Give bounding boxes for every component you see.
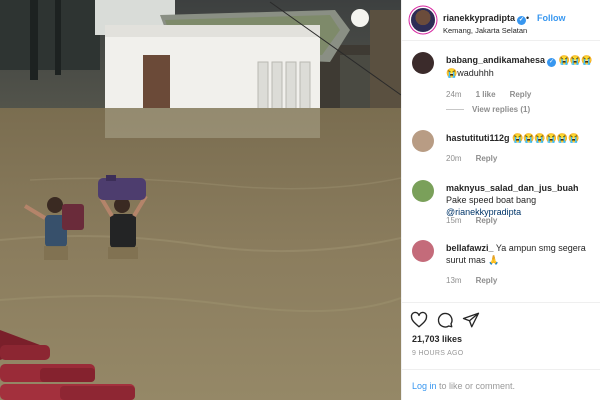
post-side-panel: rianekkypradipta ✓ • Follow Kemang, Jakar… bbox=[401, 0, 600, 400]
comment-avatar[interactable] bbox=[412, 130, 434, 152]
comment-time[interactable]: 13m bbox=[446, 276, 462, 285]
reply-button[interactable]: Reply bbox=[476, 154, 498, 163]
comment-text: 😭😭😭😭😭😭 bbox=[509, 133, 580, 143]
comment-time[interactable]: 15m bbox=[446, 216, 462, 225]
action-icons bbox=[410, 311, 480, 329]
login-prompt-bar: Log in to like or comment. bbox=[402, 369, 600, 401]
view-replies-button[interactable]: View replies (1) bbox=[446, 105, 530, 114]
comment-body: babang_andikamahesa ✓ 😭😭😭 😭waduhhh bbox=[446, 54, 596, 79]
comment-likes[interactable]: 1 like bbox=[476, 90, 496, 99]
instagram-post: rianekkypradipta ✓ • Follow Kemang, Jakar… bbox=[0, 0, 600, 400]
comment-meta: 13m Reply bbox=[446, 276, 511, 285]
post-photo[interactable] bbox=[0, 0, 401, 400]
comment-meta: 20m Reply bbox=[446, 154, 511, 163]
login-prompt-text: to like or comment. bbox=[436, 381, 516, 391]
reply-button[interactable]: Reply bbox=[476, 276, 498, 285]
comment-body: hastutituti112g 😭😭😭😭😭😭 bbox=[446, 132, 596, 144]
author-username-text[interactable]: rianekkypradipta bbox=[443, 13, 515, 23]
comment-meta: 15m Reply bbox=[446, 216, 511, 225]
comment-item: maknyus_salad_dan_jus_buah Pake speed bo… bbox=[402, 180, 600, 230]
comments-list: babang_andikamahesa ✓ 😭😭😭 😭waduhhh 24m 1 l… bbox=[402, 42, 600, 302]
flood-scene-image bbox=[0, 0, 401, 400]
author-username[interactable]: rianekkypradipta ✓ bbox=[443, 13, 527, 25]
login-prompt: Log in to like or comment. bbox=[412, 381, 515, 391]
post-timestamp: 9 HOURS AGO bbox=[412, 350, 464, 357]
post-actions: 21,703 likes 9 HOURS AGO Log in to like … bbox=[402, 302, 600, 400]
post-location[interactable]: Kemang, Jakarta Selatan bbox=[443, 26, 527, 35]
comment-item: bellafawzi_ Ya ampun smg segera surut ma… bbox=[402, 240, 600, 290]
reply-button[interactable]: Reply bbox=[510, 90, 532, 99]
share-icon[interactable] bbox=[462, 311, 480, 329]
comment-item: babang_andikamahesa ✓ 😭😭😭 😭waduhhh 24m 1 l… bbox=[402, 52, 600, 122]
comment-username[interactable]: maknyus_salad_dan_jus_buah bbox=[446, 183, 579, 193]
comment-meta: 24m 1 like Reply bbox=[446, 90, 545, 99]
comment-avatar[interactable] bbox=[412, 52, 434, 74]
comment-time[interactable]: 20m bbox=[446, 154, 462, 163]
reply-button[interactable]: Reply bbox=[476, 216, 498, 225]
post-likes-count[interactable]: 21,703 likes bbox=[412, 334, 462, 344]
login-link[interactable]: Log in bbox=[412, 381, 437, 391]
author-avatar[interactable] bbox=[411, 8, 435, 32]
header-separator: • bbox=[526, 13, 530, 23]
comment-body: maknyus_salad_dan_jus_buah Pake speed bo… bbox=[446, 182, 596, 218]
post-header: rianekkypradipta ✓ • Follow Kemang, Jakar… bbox=[402, 0, 600, 41]
comment-username[interactable]: bellafawzi_ bbox=[446, 243, 494, 253]
verified-badge-icon: ✓ bbox=[517, 16, 527, 25]
comment-time[interactable]: 24m bbox=[446, 90, 462, 99]
comment-avatar[interactable] bbox=[412, 240, 434, 262]
comment-icon[interactable] bbox=[436, 311, 454, 329]
follow-button[interactable]: Follow bbox=[537, 13, 566, 23]
comment-username[interactable]: hastutituti112g bbox=[446, 133, 510, 143]
comment-text: Pake speed boat bang bbox=[446, 195, 537, 205]
verified-badge-icon: ✓ bbox=[547, 58, 557, 67]
comment-body: bellafawzi_ Ya ampun smg segera surut ma… bbox=[446, 242, 596, 266]
comment-avatar[interactable] bbox=[412, 180, 434, 202]
heart-icon[interactable] bbox=[410, 311, 428, 329]
comment-item: hastutituti112g 😭😭😭😭😭😭 20m Reply bbox=[402, 130, 600, 170]
comment-username[interactable]: babang_andikamahesa bbox=[446, 55, 545, 65]
